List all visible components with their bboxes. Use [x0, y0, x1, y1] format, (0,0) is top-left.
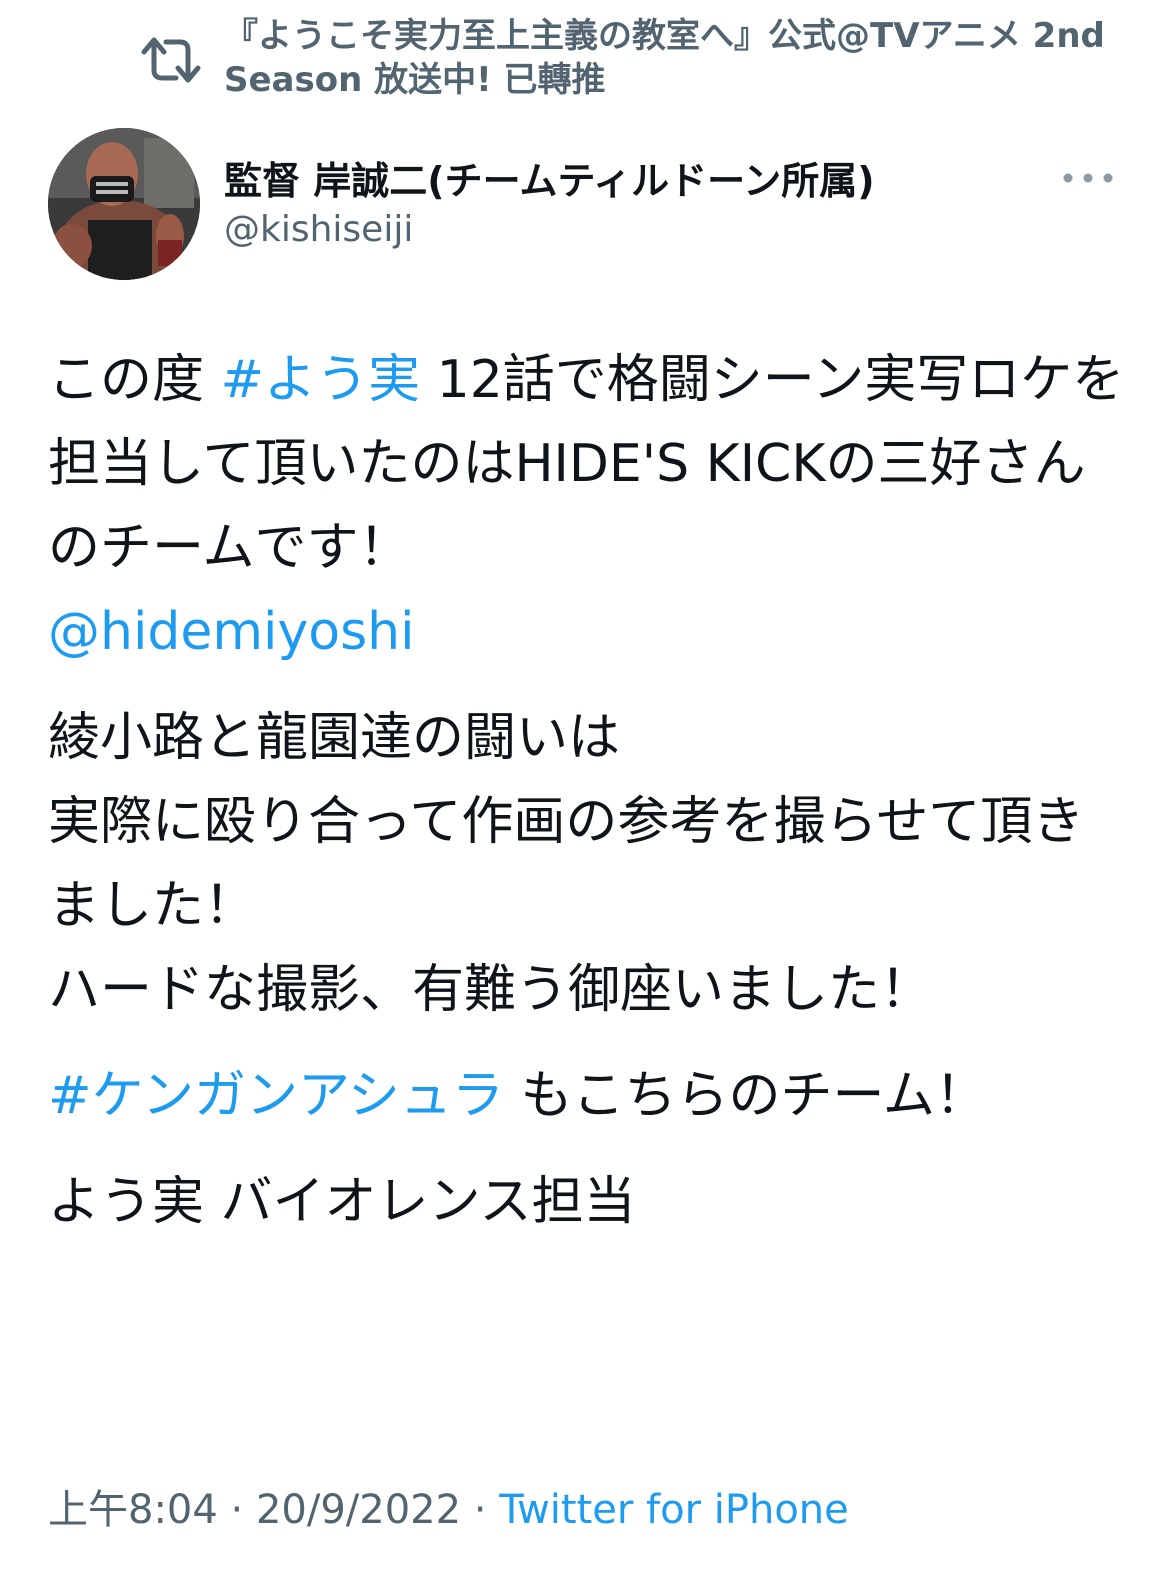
user-handle[interactable]: @kishiseiji [224, 208, 875, 252]
display-name[interactable]: 監督 岸誠二(チームティルドーン所属) [224, 156, 875, 206]
tweet-paragraph-2: 綾小路と龍園達の闘いは実際に殴り合って作画の参考を撮らせて頂きました！ ハードな撮… [48, 696, 1128, 1032]
tweet-text-segment: この度 [48, 350, 221, 410]
hashtag-link[interactable]: #よう実 [221, 350, 421, 410]
tweet-source-link[interactable]: Twitter for iPhone [499, 1487, 849, 1533]
author-row: 監督 岸誠二(チームティルドーン所属) @kishiseiji [48, 128, 1118, 284]
meta-separator: · [461, 1487, 500, 1533]
tweet-text-line: ハードな撮影、有難う御座いました！ [48, 960, 933, 1020]
meta-separator: · [217, 1487, 256, 1533]
hashtag-link[interactable]: #ケンガンアシュラ [48, 1066, 504, 1126]
tweet-text-segment: よう実 バイオレンス担当 [48, 1172, 636, 1232]
tweet-text-line: 綾小路と龍園達の闘いは [48, 708, 621, 768]
tweet-text: この度 #よう実 12話で格闘シーン実写ロケを担当して頂いたのはHIDE'S K… [48, 338, 1128, 1266]
tweet-meta: 上午8:04 · 20/9/2022 · Twitter for iPhone [48, 1480, 849, 1540]
mention-link[interactable]: @hidemiyoshi [48, 602, 415, 662]
author-names: 監督 岸誠二(チームティルドーン所属) @kishiseiji [224, 156, 875, 252]
retweet-header[interactable]: 『ようこそ実力至上主義の教室へ』公式@TVアニメ 2nd Season 放送中!… [140, 14, 1130, 102]
tweet-paragraph-4: よう実 バイオレンス担当 [48, 1160, 1128, 1244]
tweet-date[interactable]: 20/9/2022 [256, 1487, 461, 1533]
more-dots-icon[interactable] [1058, 166, 1118, 190]
avatar-image [48, 128, 200, 280]
tweet-paragraph-1: この度 #よう実 12話で格闘シーン実写ロケを担当して頂いたのはHIDE'S K… [48, 338, 1128, 674]
tweet-text-line: 実際に殴り合って作画の参考を撮らせて頂きました！ [48, 792, 1085, 936]
tweet-time[interactable]: 上午8:04 [48, 1487, 218, 1533]
retweet-icon [141, 37, 201, 83]
avatar[interactable] [48, 128, 200, 280]
retweet-label[interactable]: 『ようこそ実力至上主義の教室へ』公式@TVアニメ 2nd Season 放送中!… [224, 14, 1130, 102]
tweet-paragraph-3: #ケンガンアシュラ もこちらのチーム！ [48, 1054, 1128, 1138]
tweet-text-segment: もこちらのチーム！ [503, 1066, 987, 1126]
